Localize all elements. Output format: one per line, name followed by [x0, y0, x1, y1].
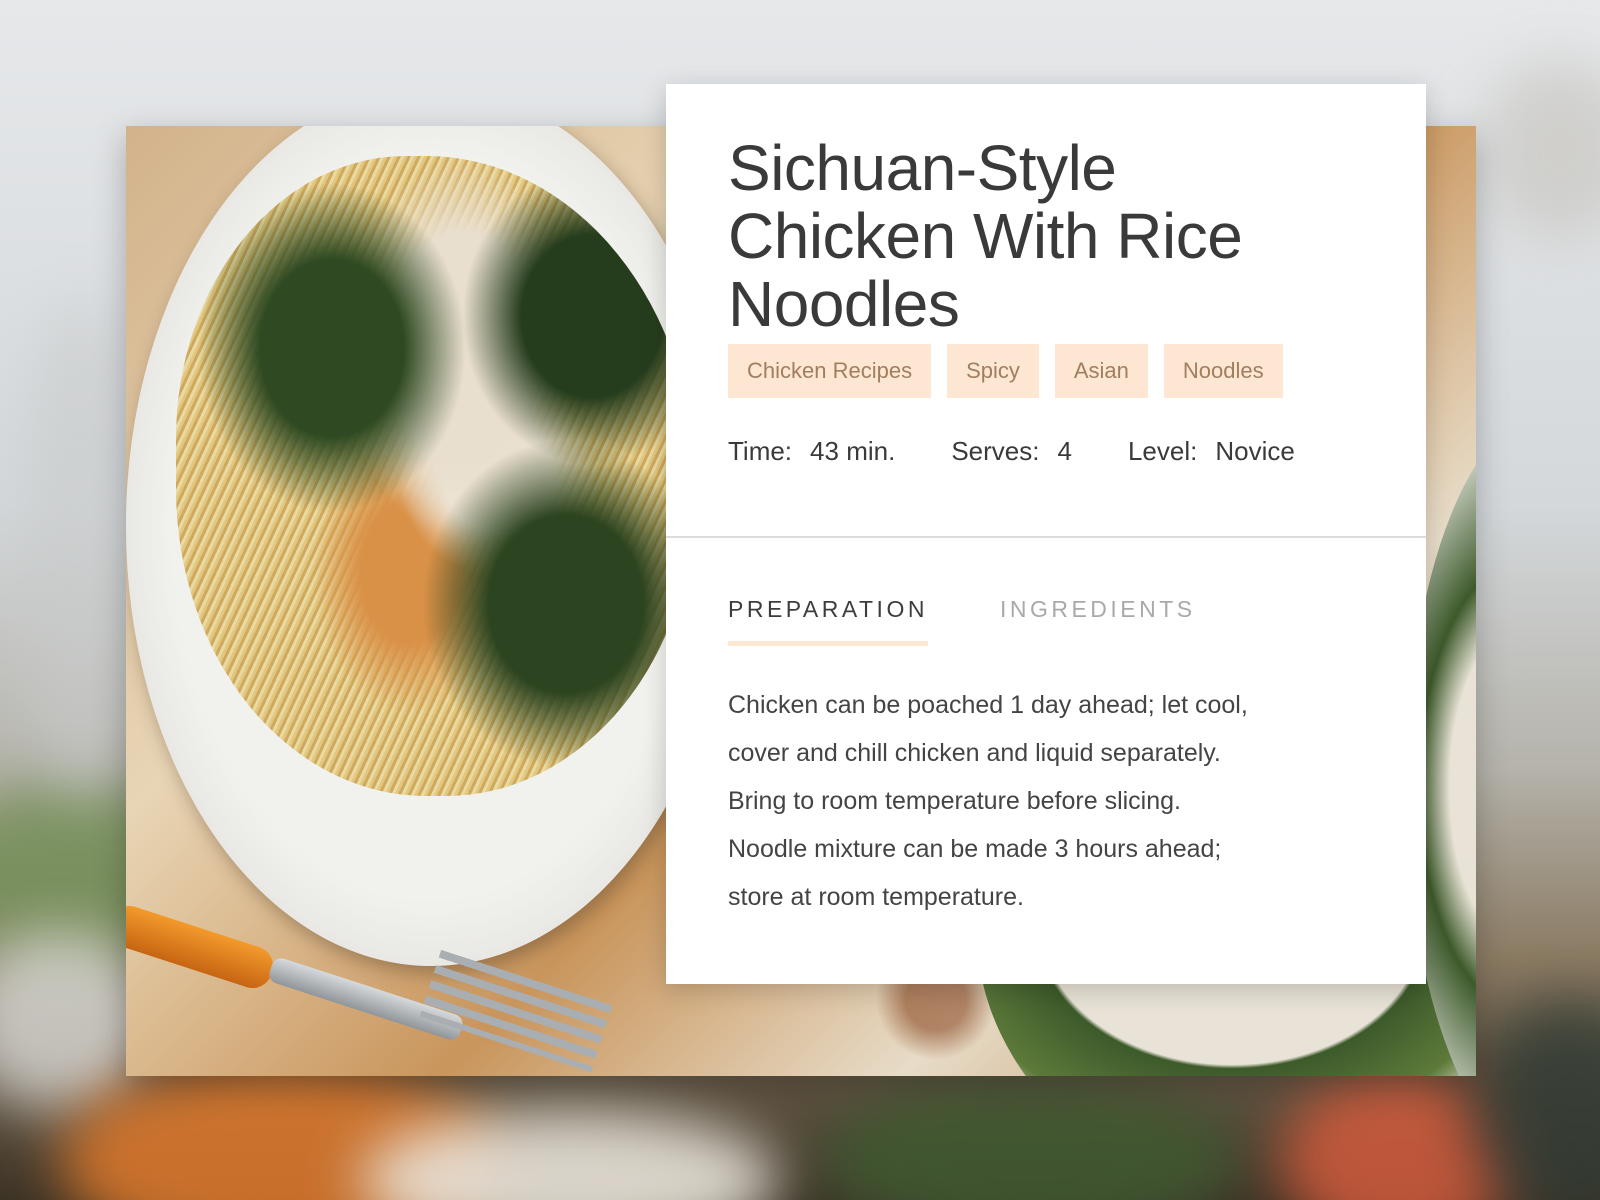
tag-chicken-recipes[interactable]: Chicken Recipes — [728, 344, 932, 398]
background-blur-shape — [820, 1080, 1240, 1200]
preparation-line: Noodle mixture can be made 3 hours ahead… — [728, 835, 1222, 863]
tab-ingredients[interactable]: INGREDIENTS — [1000, 596, 1196, 646]
meta-serves-label: Serves: — [951, 436, 1040, 466]
meta-level-label: Level: — [1127, 436, 1198, 466]
preparation-line: store at room temperature. — [728, 883, 1024, 911]
preparation-line: cover and chill chicken and liquid separ… — [728, 739, 1221, 767]
tag-asian[interactable]: Asian — [1054, 344, 1148, 398]
preparation-line: Chicken can be poached 1 day ahead; let … — [728, 691, 1248, 719]
tag-spicy[interactable]: Spicy — [947, 344, 1039, 398]
recipe-header: Sichuan-Style Chicken With Rice Noodles … — [728, 134, 1366, 467]
fork-handle-image — [126, 900, 279, 994]
tag-noodles[interactable]: Noodles — [1163, 344, 1283, 398]
fork-tines-image — [419, 949, 613, 1073]
noodles-image — [176, 156, 696, 796]
meta-level-value: Novice — [1215, 436, 1295, 466]
recipe-tabs: PREPARATION INGREDIENTS — [728, 596, 1196, 646]
tag-list: Chicken Recipes Spicy Asian Noodles — [728, 344, 1366, 398]
meta-time-value: 43 min. — [810, 436, 896, 466]
meta-time: Time: 43 min. — [728, 436, 895, 467]
section-divider — [666, 536, 1426, 538]
background-blur-shape — [1480, 60, 1600, 240]
meta-time-label: Time: — [728, 436, 793, 466]
background-blur-shape — [20, 300, 140, 800]
preparation-line: Bring to room temperature before slicing… — [728, 787, 1181, 815]
background-blur-shape — [1470, 1000, 1600, 1200]
recipe-card: Sichuan-Style Chicken With Rice Noodles … — [666, 84, 1426, 984]
recipe-title: Sichuan-Style Chicken With Rice Noodles — [728, 132, 1243, 340]
noodle-bowl-image — [126, 126, 736, 966]
preparation-text: Chicken can be poached 1 day ahead; let … — [728, 681, 1348, 921]
meta-serves: Serves: 4 — [951, 436, 1072, 467]
meta-level: Level: Novice — [1128, 436, 1295, 467]
tab-preparation[interactable]: PREPARATION — [728, 596, 928, 646]
recipe-meta: Time: 43 min. Serves: 4 Level: Novice — [728, 436, 1366, 467]
meta-serves-value: 4 — [1057, 436, 1072, 466]
